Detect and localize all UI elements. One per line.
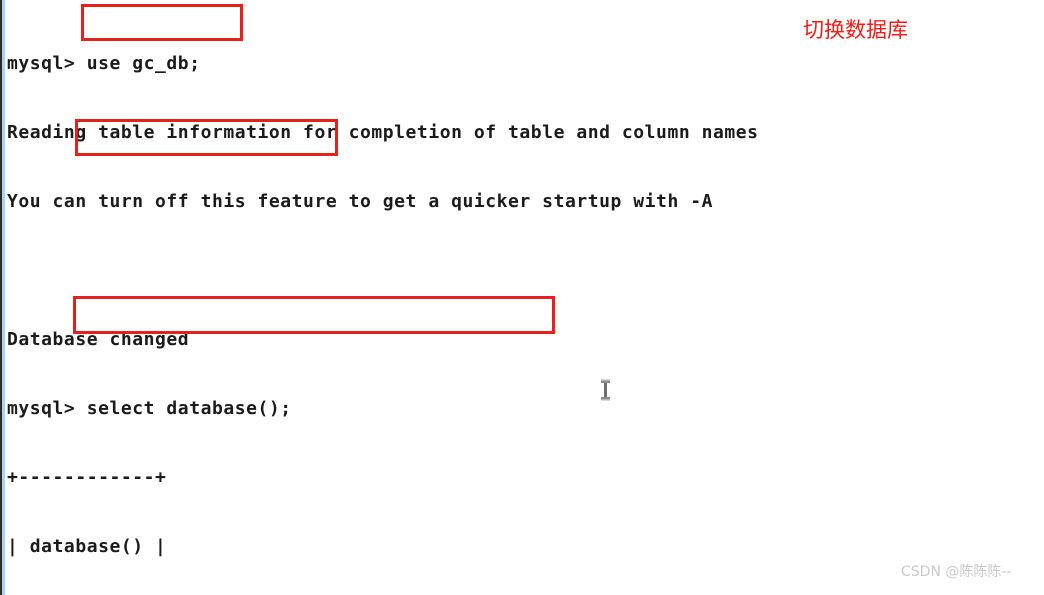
- terminal-output[interactable]: mysql> use gc_db; Reading table informat…: [7, 6, 1037, 595]
- terminal-line: mysql> use gc_db;: [7, 53, 201, 74]
- terminal-line: | database() |: [7, 536, 167, 557]
- window-left-rule: [2, 0, 5, 595]
- csdn-watermark: CSDN @陈陈陈--: [901, 564, 1012, 580]
- terminal-line: Database changed: [7, 329, 190, 350]
- terminal-line: mysql> select database();: [7, 398, 292, 419]
- annotation-note: 切换数据库: [803, 18, 908, 42]
- terminal-screenshot: mysql> use gc_db; Reading table informat…: [0, 0, 1044, 595]
- terminal-line: +------------+: [7, 467, 167, 488]
- terminal-line: You can turn off this feature to get a q…: [7, 191, 713, 212]
- terminal-line: Reading table information for completion…: [7, 122, 759, 143]
- text-cursor-icon: [601, 379, 610, 401]
